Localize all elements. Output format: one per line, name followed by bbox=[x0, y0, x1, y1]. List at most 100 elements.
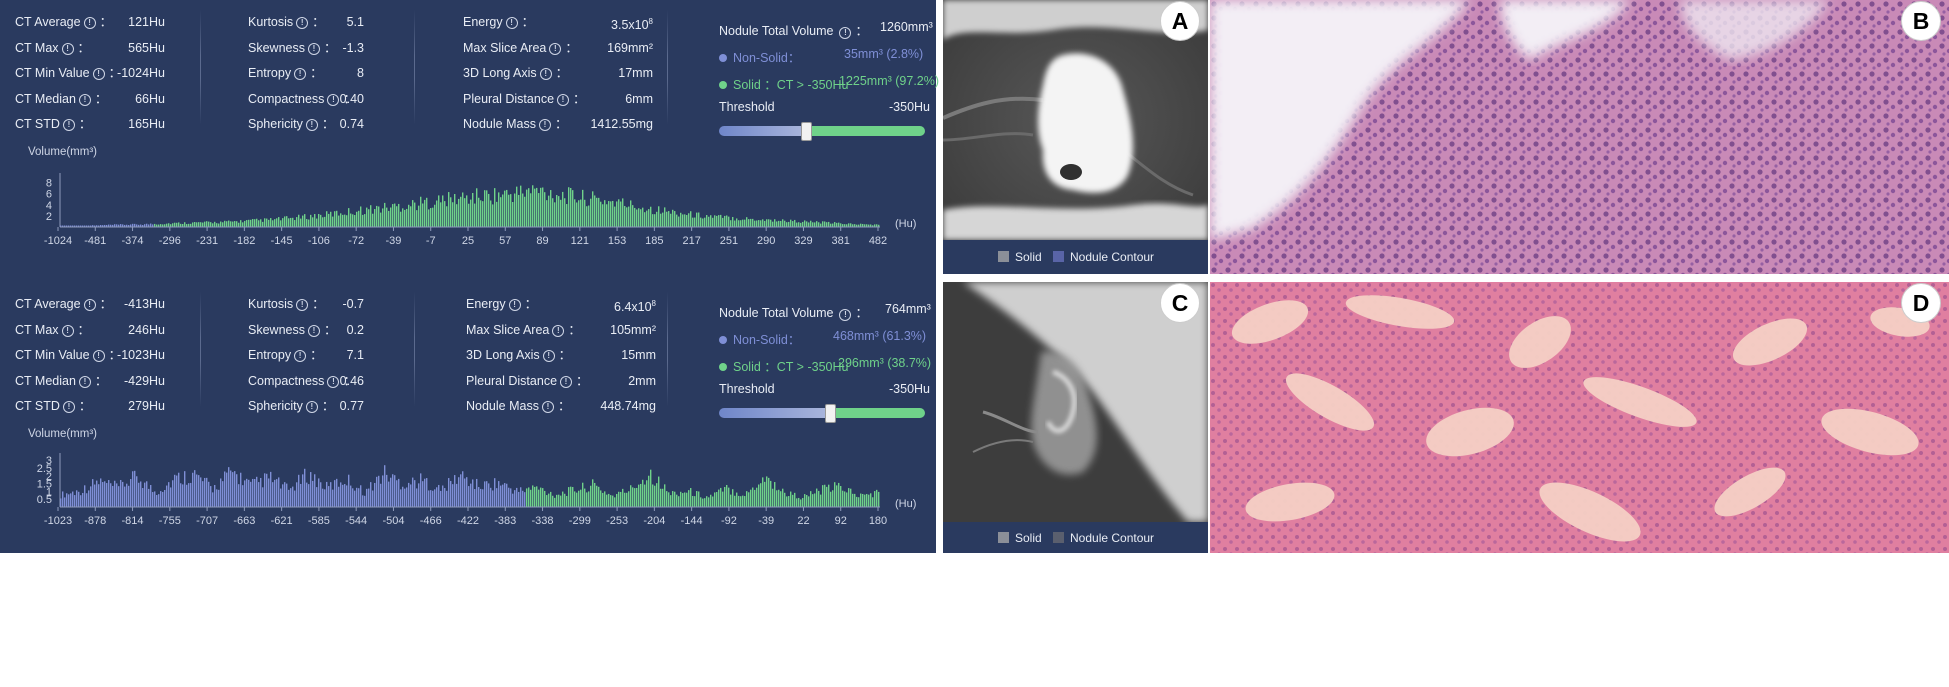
histogram-bar bbox=[678, 216, 680, 227]
histogram-bar bbox=[502, 484, 504, 507]
histogram-bar bbox=[240, 220, 242, 227]
histogram-bar bbox=[554, 202, 556, 227]
histogram-bar bbox=[832, 490, 834, 507]
histogram-bar bbox=[498, 481, 500, 507]
histogram-bar bbox=[390, 207, 392, 227]
checkbox-solid[interactable] bbox=[998, 251, 1009, 262]
histogram-bar bbox=[296, 217, 298, 227]
histogram-bar bbox=[92, 479, 94, 507]
info-icon[interactable]: ! bbox=[508, 299, 521, 311]
histogram-bar bbox=[728, 216, 730, 227]
info-icon[interactable]: ! bbox=[541, 401, 554, 413]
histogram-bar bbox=[406, 487, 408, 507]
histogram-bar bbox=[798, 222, 800, 227]
stat-value: 1412.55mg bbox=[558, 114, 653, 134]
histogram-bar bbox=[584, 488, 586, 507]
info-icon[interactable]: ! bbox=[305, 119, 318, 131]
info-icon[interactable]: ! bbox=[307, 324, 320, 337]
histogram-bar bbox=[544, 192, 546, 227]
histogram-bar bbox=[98, 484, 100, 507]
info-icon[interactable]: ! bbox=[78, 375, 91, 388]
stat-row: CT Average!： -413Hu bbox=[15, 294, 165, 314]
info-icon[interactable]: ! bbox=[296, 299, 309, 311]
histogram-bar bbox=[384, 465, 386, 507]
info-icon[interactable]: ! bbox=[62, 401, 75, 413]
histogram-bar bbox=[664, 207, 666, 227]
histogram-bar bbox=[380, 483, 382, 507]
threshold-slider[interactable] bbox=[719, 122, 925, 141]
info-icon[interactable]: ! bbox=[538, 119, 551, 131]
info-icon[interactable]: ! bbox=[305, 401, 318, 413]
checkbox-solid[interactable] bbox=[998, 532, 1009, 543]
histogram-bar bbox=[90, 486, 92, 507]
histogram-bar bbox=[70, 493, 72, 507]
histogram-bar bbox=[150, 485, 152, 507]
histogram-bar bbox=[268, 219, 270, 227]
stat-label-text: Skewness bbox=[248, 322, 305, 337]
histogram-bar bbox=[798, 497, 800, 507]
stat-row: Max Slice Area!： 169mm² bbox=[463, 38, 653, 58]
histogram-bar bbox=[470, 483, 472, 507]
histogram-bar bbox=[774, 219, 776, 227]
x-tick-label: -481 bbox=[84, 235, 106, 247]
info-icon[interactable]: ! bbox=[296, 17, 309, 29]
info-icon[interactable]: ! bbox=[61, 42, 74, 55]
histogram-bar bbox=[458, 477, 460, 507]
histogram-bar bbox=[288, 489, 290, 507]
info-icon[interactable]: ! bbox=[505, 17, 518, 29]
histogram-bar bbox=[618, 491, 620, 507]
slider-handle[interactable] bbox=[801, 122, 812, 141]
stat-label-text: Nodule Mass bbox=[463, 117, 536, 131]
threshold-slider[interactable] bbox=[719, 404, 925, 423]
histogram-bar bbox=[456, 204, 458, 227]
histogram-bar bbox=[238, 222, 240, 227]
histogram-bar bbox=[568, 487, 570, 507]
legend-solid[interactable]: Solid bbox=[998, 531, 1042, 545]
column-divider bbox=[667, 292, 668, 407]
stat-row: CT STD!： 165Hu bbox=[15, 114, 165, 134]
info-icon[interactable]: ! bbox=[78, 93, 91, 106]
info-icon[interactable]: ! bbox=[839, 27, 852, 39]
histogram-bar bbox=[192, 222, 194, 227]
histogram-bar bbox=[172, 223, 174, 227]
legend-solid[interactable]: Solid bbox=[998, 250, 1042, 264]
histogram-bar bbox=[782, 488, 784, 507]
x-tick-label: 121 bbox=[571, 235, 589, 247]
histogram-bar bbox=[800, 222, 802, 227]
info-icon[interactable]: ! bbox=[839, 309, 852, 321]
x-tick-label: -878 bbox=[84, 515, 106, 527]
slider-handle[interactable] bbox=[825, 404, 836, 423]
histogram-bar bbox=[640, 209, 642, 227]
histogram-bar bbox=[678, 496, 680, 507]
info-icon[interactable]: ! bbox=[294, 350, 307, 362]
legend-nodule-contour[interactable]: Nodule Contour bbox=[1053, 250, 1154, 264]
info-icon[interactable]: ! bbox=[83, 17, 96, 29]
histogram-bar bbox=[534, 188, 536, 227]
histogram-bar bbox=[428, 490, 430, 507]
info-icon[interactable]: ! bbox=[307, 42, 320, 55]
histogram-bar bbox=[682, 214, 684, 227]
info-icon[interactable]: ! bbox=[542, 350, 555, 362]
histogram-bar bbox=[586, 206, 588, 227]
histogram-bar bbox=[174, 222, 176, 227]
histogram-bar bbox=[212, 223, 214, 227]
histogram-bar bbox=[170, 487, 172, 507]
x-tick-label: 185 bbox=[645, 235, 663, 247]
info-icon[interactable]: ! bbox=[294, 68, 307, 80]
histogram-bar bbox=[480, 488, 482, 507]
y-tick-label: 6 bbox=[46, 189, 52, 201]
checkbox-contour[interactable] bbox=[1053, 251, 1064, 262]
info-icon[interactable]: ! bbox=[83, 299, 96, 311]
checkbox-contour[interactable] bbox=[1053, 532, 1064, 543]
histogram-bar bbox=[844, 491, 846, 507]
histogram-bar bbox=[560, 495, 562, 507]
histogram-bar bbox=[504, 190, 506, 227]
histogram-bar bbox=[400, 211, 402, 227]
info-icon[interactable]: ! bbox=[539, 68, 552, 80]
histogram-bar bbox=[636, 209, 638, 227]
legend-nodule-contour[interactable]: Nodule Contour bbox=[1053, 531, 1154, 545]
histogram-bar bbox=[294, 490, 296, 507]
info-icon[interactable]: ! bbox=[61, 324, 74, 337]
histogram-bar bbox=[620, 491, 622, 507]
info-icon[interactable]: ! bbox=[62, 119, 75, 131]
